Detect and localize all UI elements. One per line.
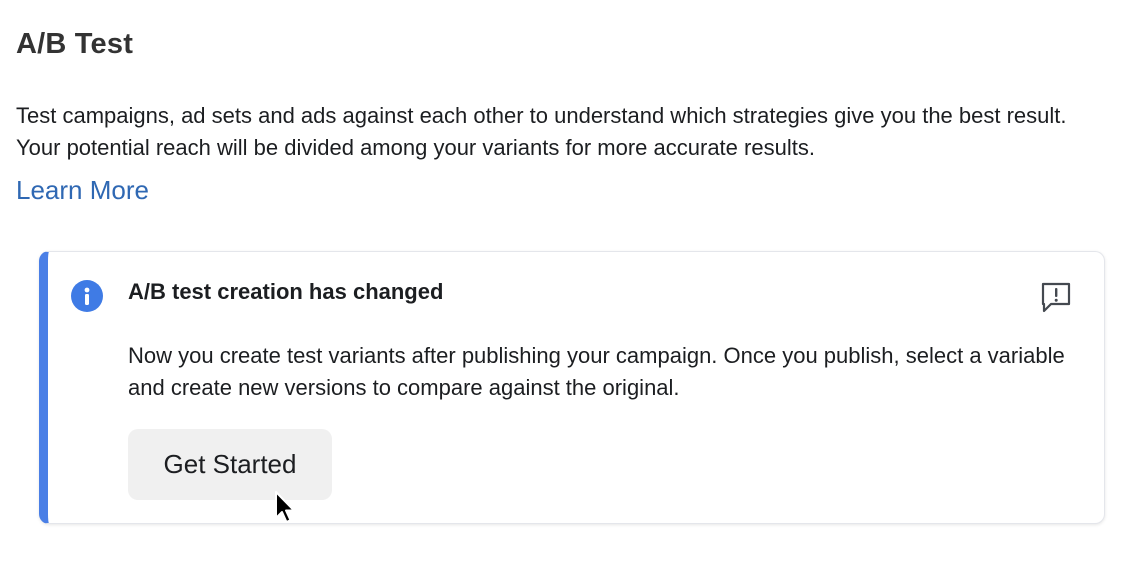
get-started-button[interactable]: Get Started [128,429,332,500]
page-title: A/B Test [16,28,134,60]
section-description: Test campaigns, ad sets and ads against … [16,103,1067,160]
notice-body: Now you create test variants after publi… [128,343,1065,400]
notice-card: A/B test creation has changed Now you cr… [39,251,1105,524]
report-feedback-icon[interactable] [1039,280,1073,314]
learn-more-link[interactable]: Learn More [16,175,149,206]
ab-test-panel: A/B Test Test campaigns, ad sets and ads… [0,0,1146,570]
notice-title: A/B test creation has changed [128,279,444,304]
info-icon [71,280,103,312]
